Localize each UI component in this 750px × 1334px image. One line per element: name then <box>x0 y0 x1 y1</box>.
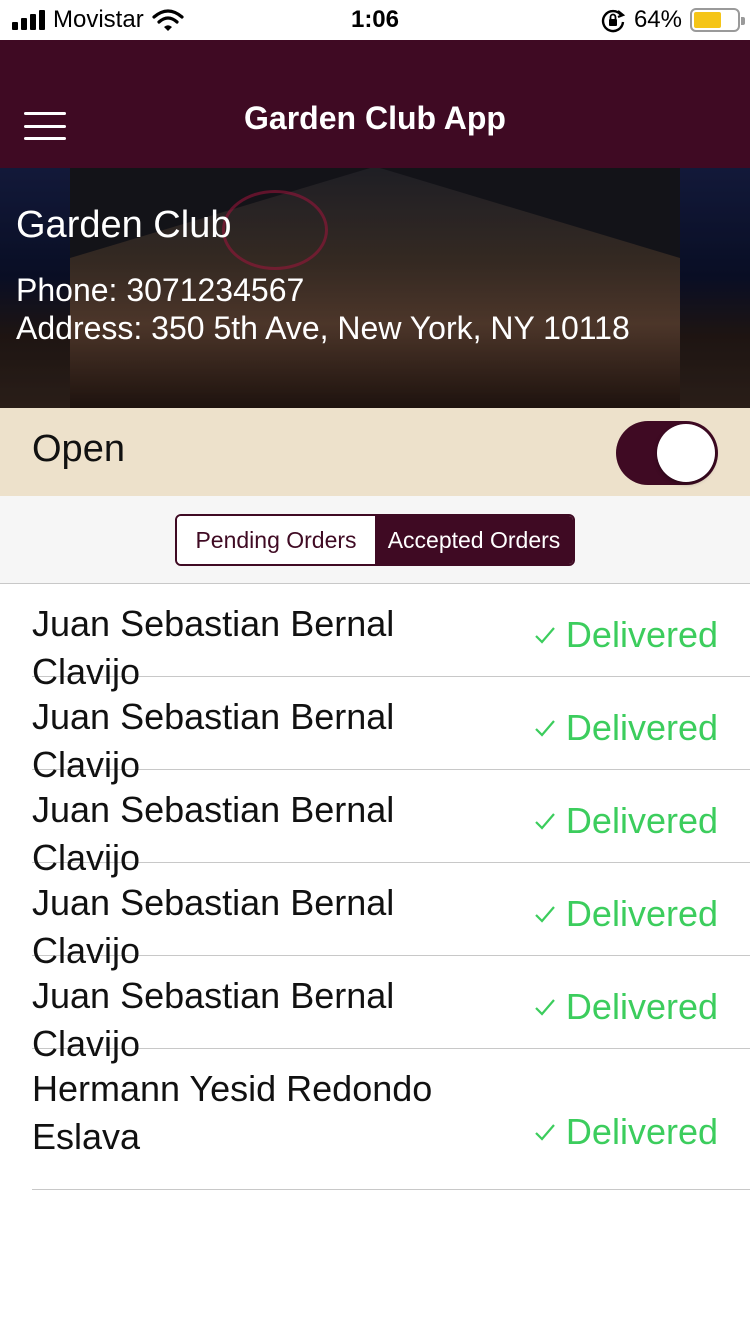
battery-icon <box>690 8 745 32</box>
order-status: Delivered <box>534 893 718 935</box>
battery-level-fill <box>694 12 721 28</box>
status-text: Delivered <box>565 800 718 841</box>
status-text: Delivered <box>565 614 718 655</box>
rotation-lock-icon <box>601 9 626 33</box>
status-text: Delivered <box>565 986 718 1027</box>
toggle-knob <box>657 424 715 482</box>
order-status: Delivered <box>534 1111 718 1153</box>
status-text: Delivered <box>565 893 718 934</box>
checkmark-icon <box>535 720 555 737</box>
order-row[interactable]: Juan Sebastian Bernal Clavijo Delivered <box>32 677 750 785</box>
tab-accepted-orders[interactable]: Accepted Orders <box>375 516 573 564</box>
order-row[interactable]: Juan Sebastian Bernal Clavijo Delivered <box>32 863 750 971</box>
venue-logo <box>222 190 328 270</box>
navigation-bar: Garden Club App <box>0 40 750 168</box>
order-row[interactable]: Juan Sebastian Bernal Clavijo Delivered <box>32 956 750 1064</box>
order-status: Delivered <box>534 614 718 656</box>
checkmark-icon <box>535 627 555 644</box>
battery-percent: 64% <box>633 6 682 33</box>
checkmark-icon <box>535 999 555 1016</box>
checkmark-icon <box>535 906 555 923</box>
open-toggle[interactable] <box>616 421 718 485</box>
open-status-row: Open <box>0 408 750 496</box>
venue-name: Garden Club <box>16 204 232 246</box>
customer-name: Hermann Yesid Redondo Eslava <box>32 1068 433 1157</box>
order-row[interactable]: Hermann Yesid Redondo Eslava Delivered <box>32 1049 750 1190</box>
orders-list: Juan Sebastian Bernal Clavijo Delivered … <box>0 584 750 1190</box>
order-row[interactable]: Juan Sebastian Bernal Clavijo Delivered <box>32 584 750 692</box>
open-label: Open <box>32 428 125 470</box>
checkmark-icon <box>535 813 555 830</box>
page-title: Garden Club App <box>244 100 506 136</box>
order-status: Delivered <box>534 986 718 1028</box>
status-text: Delivered <box>565 707 718 748</box>
order-row[interactable]: Juan Sebastian Bernal Clavijo Delivered <box>32 770 750 878</box>
venue-phone: Phone: 3071234567 <box>16 272 305 308</box>
tab-pending-orders[interactable]: Pending Orders <box>177 516 375 564</box>
venue-address: Address: 350 5th Ave, New York, NY 10118 <box>16 310 630 346</box>
orders-segmented-control: Pending Orders Accepted Orders <box>175 514 575 566</box>
status-text: Delivered <box>565 1111 718 1152</box>
status-bar: Movistar 1:06 64% <box>0 0 750 40</box>
order-status: Delivered <box>534 707 718 749</box>
orders-tab-bar: Pending Orders Accepted Orders <box>0 496 750 584</box>
order-status: Delivered <box>534 800 718 842</box>
status-bar-right: 64% <box>600 6 745 34</box>
venue-header: Garden Club Phone: 3071234567 Address: 3… <box>0 168 750 408</box>
checkmark-icon <box>535 1124 555 1141</box>
